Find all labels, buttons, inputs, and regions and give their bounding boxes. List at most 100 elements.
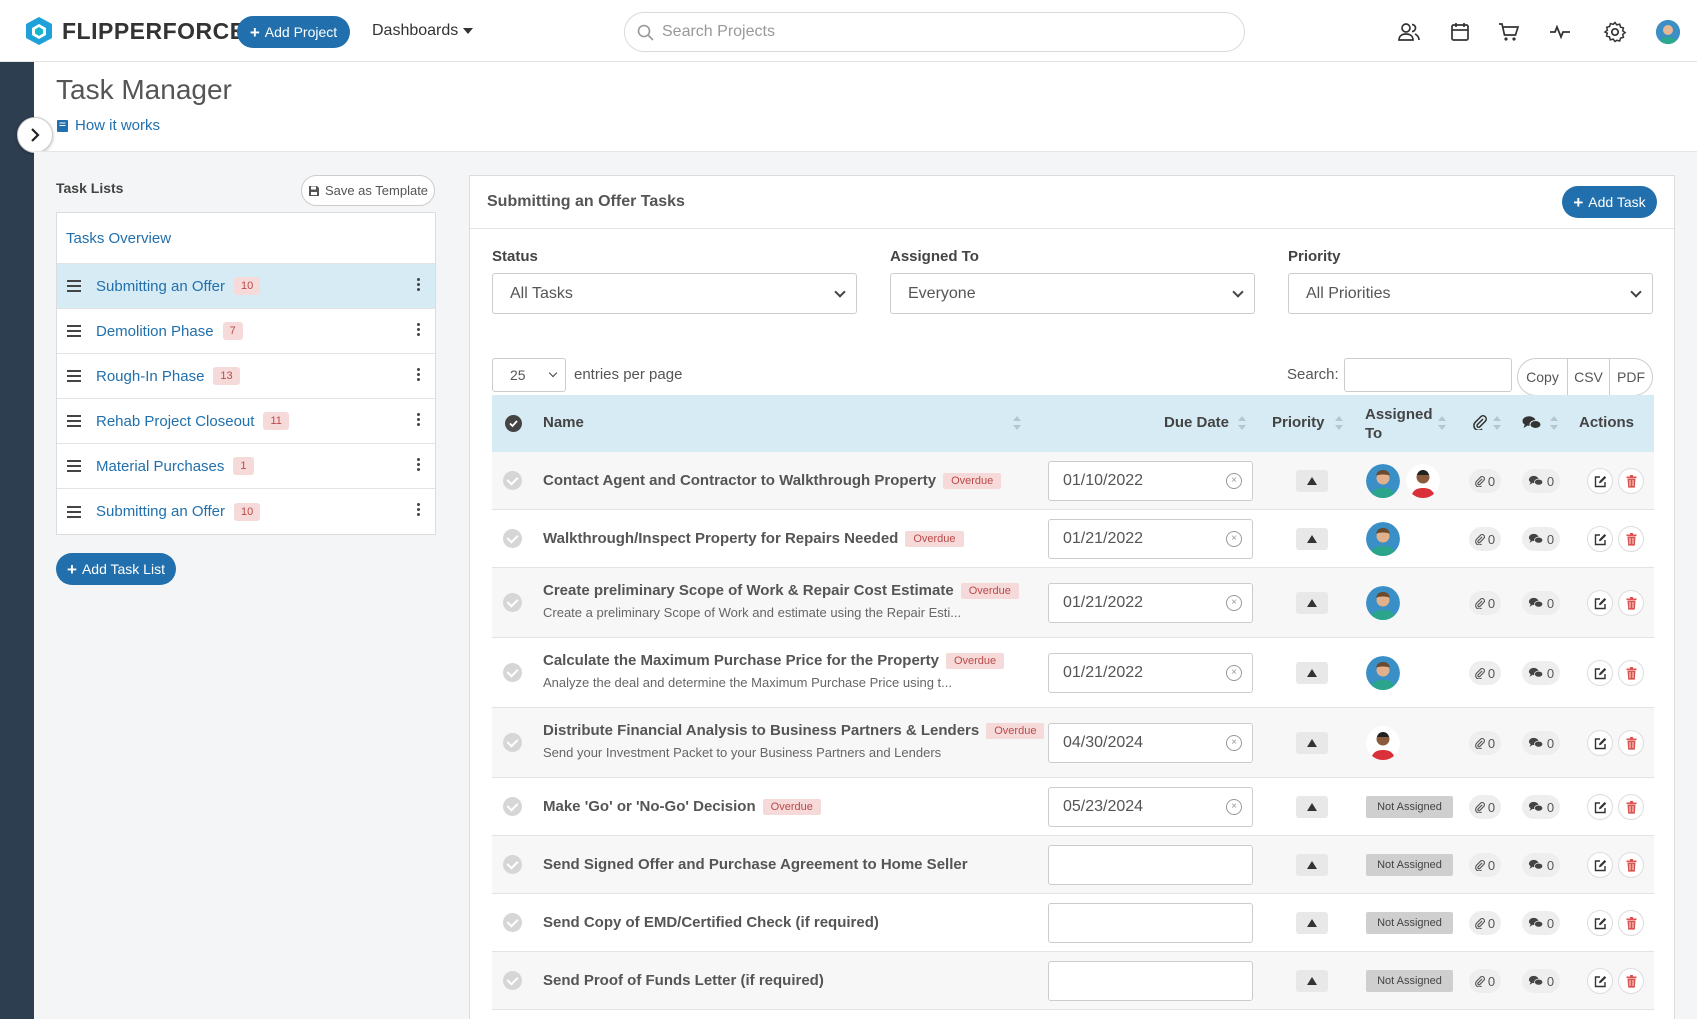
status-filter-select[interactable]: All Tasks [492, 273, 857, 314]
sort-icon[interactable] [1335, 416, 1343, 430]
comments-icon[interactable] [1522, 415, 1542, 431]
delete-task-button[interactable] [1618, 968, 1644, 994]
drag-handle-icon[interactable] [67, 505, 81, 518]
table-row[interactable]: Contact Agent and Contractor to Walkthro… [492, 452, 1654, 510]
task-name[interactable]: Walkthrough/Inspect Property for Repairs… [543, 530, 964, 547]
edit-task-button[interactable] [1587, 794, 1613, 820]
comments-button[interactable]: 0 [1522, 527, 1560, 551]
delete-task-button[interactable] [1618, 590, 1644, 616]
project-search[interactable] [624, 12, 1245, 52]
delete-task-button[interactable] [1618, 852, 1644, 878]
task-list-item[interactable]: Submitting an Offer 10 [57, 489, 435, 534]
sidebar-toggle-button[interactable] [17, 117, 53, 153]
due-date-input[interactable]: 01/21/2022 × [1048, 583, 1253, 623]
comments-button[interactable]: 0 [1522, 795, 1560, 819]
table-row[interactable]: Send Proof of Funds Letter (if required)… [492, 952, 1654, 1010]
priority-toggle[interactable] [1296, 796, 1328, 818]
sort-icon[interactable] [1438, 416, 1446, 430]
task-name[interactable]: Calculate the Maximum Purchase Price for… [543, 652, 1005, 669]
task-list-item[interactable]: Demolition Phase 7 [57, 309, 435, 354]
kebab-menu-icon[interactable] [417, 413, 420, 426]
not-assigned-badge[interactable]: Not Assigned [1366, 912, 1453, 934]
drag-handle-icon[interactable] [67, 325, 81, 337]
dashboards-dropdown[interactable]: Dashboards [372, 22, 474, 40]
add-task-button[interactable]: + Add Task [1562, 186, 1657, 218]
table-row[interactable]: Walkthrough/Inspect Property for Repairs… [492, 510, 1654, 568]
edit-task-button[interactable] [1587, 590, 1613, 616]
add-task-list-button[interactable]: + Add Task List [56, 553, 176, 585]
due-date-input[interactable]: 05/23/2024 × [1048, 787, 1253, 827]
delete-task-button[interactable] [1618, 660, 1644, 686]
edit-task-button[interactable] [1587, 730, 1613, 756]
copy-button[interactable]: Copy [1517, 358, 1568, 396]
task-name[interactable]: Send Copy of EMD/Certified Check (if req… [543, 914, 879, 931]
complete-task-checkbox[interactable] [503, 971, 522, 990]
clear-date-icon[interactable]: × [1226, 799, 1242, 815]
csv-button[interactable]: CSV [1568, 358, 1610, 396]
task-list-item[interactable]: Material Purchases 1 [57, 444, 435, 489]
table-row[interactable]: Make 'Go' or 'No-Go' Decision Overdue 05/2… [492, 778, 1654, 836]
task-name[interactable]: Distribute Financial Analysis to Busines… [543, 722, 1045, 739]
complete-task-checkbox[interactable] [503, 471, 522, 490]
priority-toggle[interactable] [1296, 732, 1328, 754]
column-name[interactable]: Name [543, 414, 584, 431]
edit-task-button[interactable] [1587, 910, 1613, 936]
how-it-works-link[interactable]: How it works [56, 117, 160, 134]
clear-date-icon[interactable]: × [1226, 473, 1242, 489]
kebab-menu-icon[interactable] [417, 323, 420, 336]
delete-task-button[interactable] [1618, 468, 1644, 494]
priority-toggle[interactable] [1296, 528, 1328, 550]
delete-task-button[interactable] [1618, 730, 1644, 756]
delete-task-button[interactable] [1618, 910, 1644, 936]
attachments-button[interactable]: 0 [1469, 731, 1501, 755]
kebab-menu-icon[interactable] [417, 278, 420, 291]
assignee-avatar[interactable] [1366, 522, 1400, 556]
priority-filter-select[interactable]: All Priorities [1288, 273, 1653, 314]
save-as-template-button[interactable]: Save as Template [301, 175, 435, 206]
entries-per-page-select[interactable]: 25 [492, 358, 566, 392]
tasks-overview-link[interactable]: Tasks Overview [57, 213, 435, 264]
priority-toggle[interactable] [1296, 470, 1328, 492]
task-list-item[interactable]: Submitting an Offer 10 [57, 264, 435, 309]
paperclip-icon[interactable] [1473, 414, 1487, 430]
calendar-icon[interactable] [1448, 20, 1472, 44]
table-search-input[interactable] [1344, 358, 1512, 392]
drag-handle-icon[interactable] [67, 460, 81, 472]
priority-toggle[interactable] [1296, 662, 1328, 684]
priority-toggle[interactable] [1296, 912, 1328, 934]
gear-icon[interactable] [1603, 20, 1627, 44]
complete-task-checkbox[interactable] [503, 529, 522, 548]
not-assigned-badge[interactable]: Not Assigned [1366, 796, 1453, 818]
edit-task-button[interactable] [1587, 660, 1613, 686]
due-date-input[interactable] [1048, 845, 1253, 885]
assignee-avatar[interactable] [1366, 464, 1400, 498]
table-row[interactable]: Distribute Financial Analysis to Busines… [492, 708, 1654, 778]
comments-button[interactable]: 0 [1522, 661, 1560, 685]
due-date-input[interactable]: 01/10/2022 × [1048, 461, 1253, 501]
drag-handle-icon[interactable] [67, 415, 81, 427]
project-search-input[interactable] [662, 23, 1222, 41]
clear-date-icon[interactable]: × [1226, 595, 1242, 611]
sort-icon[interactable] [1493, 416, 1501, 430]
due-date-input[interactable]: 04/30/2024 × [1048, 723, 1253, 763]
attachments-button[interactable]: 0 [1469, 969, 1501, 993]
due-date-input[interactable]: 01/21/2022 × [1048, 653, 1253, 693]
task-list-item[interactable]: Rehab Project Closeout 11 [57, 399, 435, 444]
attachments-button[interactable]: 0 [1469, 911, 1501, 935]
table-row[interactable]: Send Signed Offer and Purchase Agreement… [492, 836, 1654, 894]
comments-button[interactable]: 0 [1522, 731, 1560, 755]
due-date-input[interactable] [1048, 961, 1253, 1001]
comments-button[interactable]: 0 [1522, 853, 1560, 877]
comments-button[interactable]: 0 [1522, 969, 1560, 993]
task-name[interactable]: Make 'Go' or 'No-Go' Decision Overdue [543, 798, 821, 815]
not-assigned-badge[interactable]: Not Assigned [1366, 854, 1453, 876]
edit-task-button[interactable] [1587, 968, 1613, 994]
comments-button[interactable]: 0 [1522, 591, 1560, 615]
complete-task-checkbox[interactable] [503, 663, 522, 682]
edit-task-button[interactable] [1587, 852, 1613, 878]
edit-task-button[interactable] [1587, 526, 1613, 552]
edit-task-button[interactable] [1587, 468, 1613, 494]
table-row[interactable]: Create preliminary Scope of Work & Repai… [492, 568, 1654, 638]
assignee-avatar[interactable] [1366, 726, 1400, 760]
priority-toggle[interactable] [1296, 970, 1328, 992]
